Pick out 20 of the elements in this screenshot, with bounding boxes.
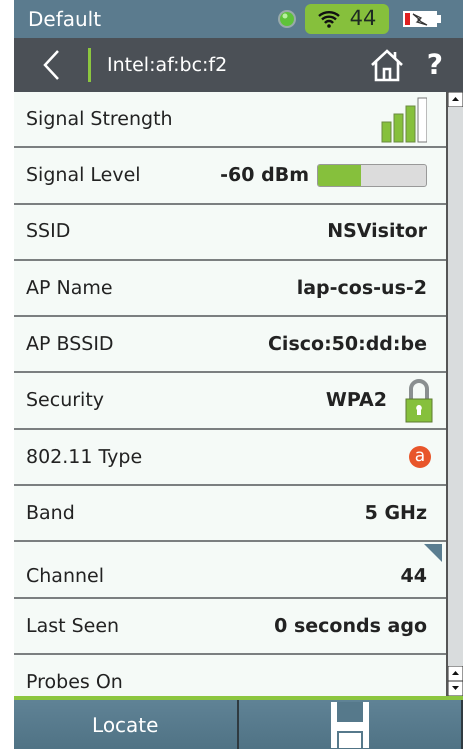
locate-button[interactable]: Locate: [14, 700, 238, 749]
battery-charging-icon: [403, 11, 441, 27]
channel-indicator[interactable]: 44: [305, 4, 389, 34]
corner-marker-icon: [424, 544, 442, 562]
list-row[interactable]: Signal Level -60 dBm: [14, 148, 446, 205]
list-row[interactable]: 802.11 Type a: [14, 430, 446, 486]
list-row[interactable]: Security WPA2: [14, 373, 446, 430]
wifi-icon: [318, 10, 340, 28]
home-icon[interactable]: [368, 48, 405, 82]
save-icon: [330, 700, 370, 748]
scrollbar[interactable]: [446, 92, 463, 696]
save-button[interactable]: [238, 700, 463, 749]
help-button[interactable]: ?: [426, 51, 443, 79]
device-title: Intel:af:bc:f2: [107, 52, 228, 78]
scroll-up-icon[interactable]: [448, 92, 463, 107]
padlock-icon: [405, 378, 433, 423]
list-row[interactable]: Signal Strength: [14, 92, 446, 148]
profile-name: Default: [28, 6, 102, 33]
status-light-icon: [277, 9, 297, 29]
back-icon[interactable]: [42, 49, 60, 81]
